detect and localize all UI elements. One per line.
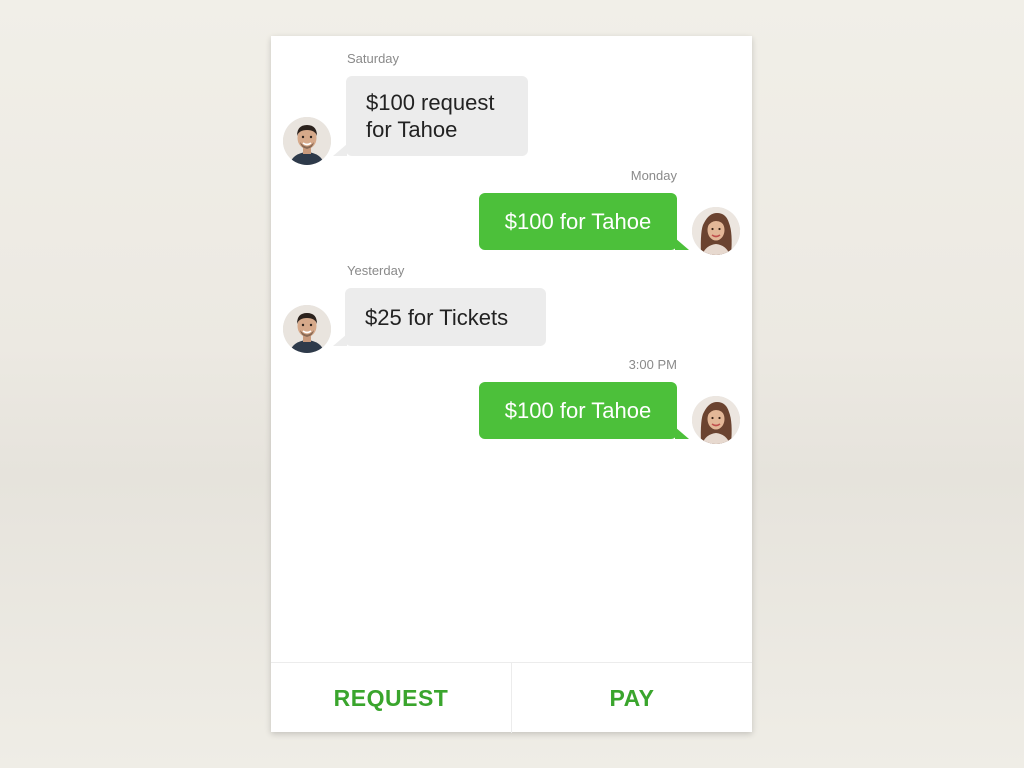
message-text: $100 request for Tahoe [366,90,495,142]
message-timestamp: Yesterday [347,263,405,278]
request-button[interactable]: REQUEST [271,663,511,733]
message-text: $100 for Tahoe [504,209,652,234]
outgoing-message-bubble[interactable]: $100 for Tahoe [479,382,677,439]
man-avatar[interactable] [283,117,331,165]
message-timestamp: 3:00 PM [628,357,677,372]
action-bar: REQUEST PAY [271,662,752,733]
message-timestamp: Monday [630,168,677,183]
woman-avatar[interactable] [692,207,740,255]
incoming-message-bubble[interactable]: $100 request for Tahoe [346,76,528,156]
message-text: $25 for Tickets [365,304,509,330]
bubble-tail [333,144,347,156]
bubble-tail [675,238,689,250]
outgoing-message-bubble[interactable]: $100 for Tahoe [479,193,677,250]
bubble-tail [675,427,689,439]
message-text: $100 for Tahoe [504,398,652,423]
pay-button[interactable]: PAY [511,663,752,733]
woman-avatar[interactable] [692,396,740,444]
man-avatar[interactable] [283,305,331,353]
chat-panel: Saturday $100 request for Tahoe Monday $… [271,36,752,733]
message-timestamp: Saturday [347,51,400,66]
incoming-message-bubble[interactable]: $25 for Tickets [345,288,546,346]
